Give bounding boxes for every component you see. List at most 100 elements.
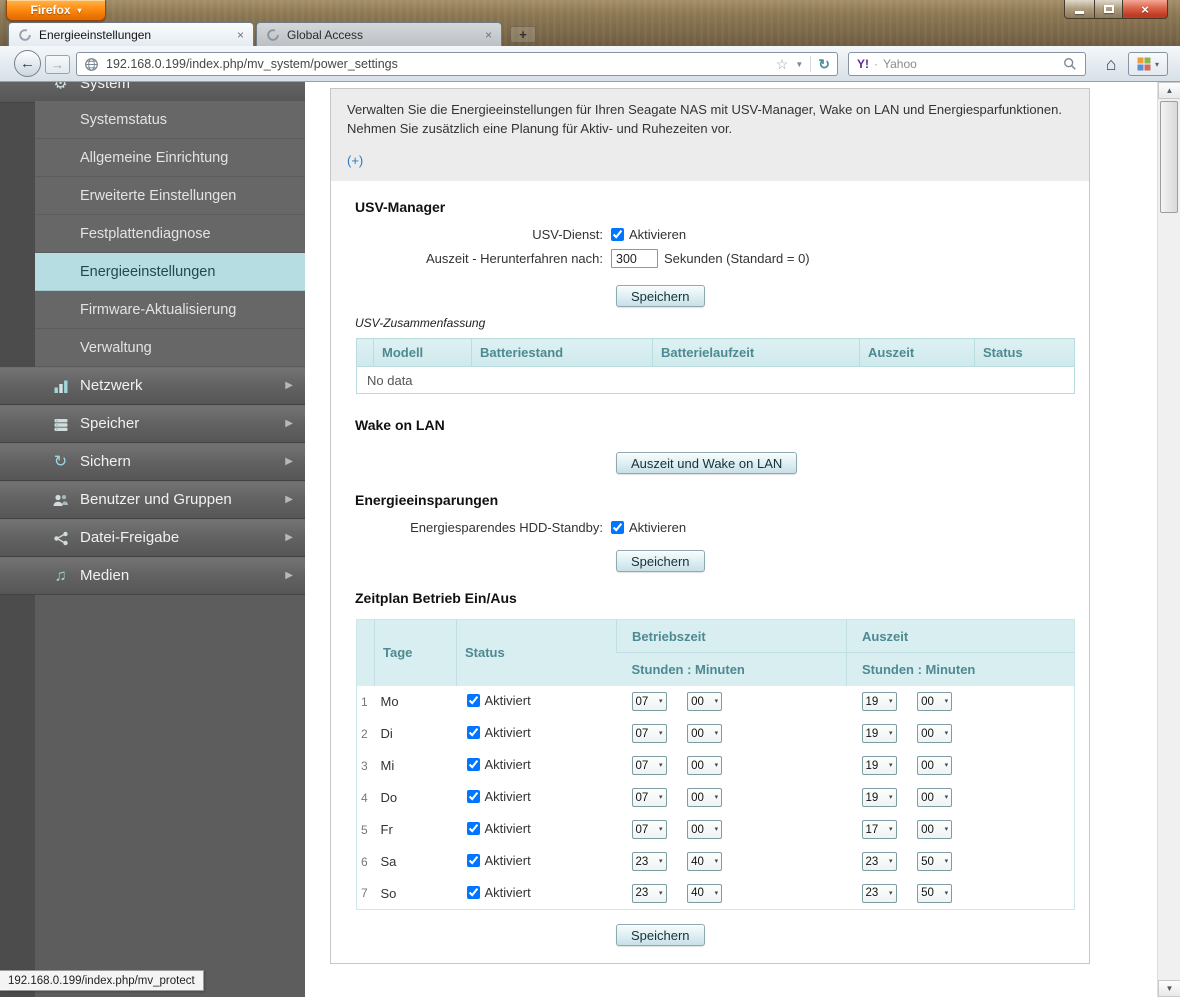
on-minute-select[interactable]: 40 ▾ bbox=[687, 852, 723, 871]
maximize-button[interactable] bbox=[1094, 0, 1122, 19]
sidebar-item-erweiterte-einstellungen[interactable]: Erweiterte Einstellungen bbox=[35, 177, 305, 215]
ups-timeout-input[interactable] bbox=[611, 249, 658, 268]
on-minute-select[interactable]: 00 ▾ bbox=[687, 724, 723, 743]
tab-energieeinstellungen[interactable]: Energieeinstellungen × bbox=[8, 22, 254, 46]
on-minute-select[interactable]: 40 ▾ bbox=[687, 883, 723, 903]
schedule-row-mi: 3 Mi Aktiviert 07 ▾ 00 ▾ 19 ▾ 00 ▾ bbox=[356, 749, 1075, 782]
on-minute-select[interactable]: 00 ▾ bbox=[687, 756, 723, 775]
sidebar-item-benutzer-und-gruppen[interactable]: Benutzer und Gruppen ▶ bbox=[0, 481, 305, 519]
off-hour-select[interactable]: 19 ▾ bbox=[861, 724, 897, 743]
reload-icon[interactable]: ↻ bbox=[818, 56, 830, 73]
search-icon[interactable] bbox=[1063, 57, 1077, 71]
close-window-button[interactable]: × bbox=[1122, 0, 1168, 19]
hdd-standby-checkbox-input[interactable] bbox=[611, 521, 624, 534]
off-minute-select[interactable]: 00 ▾ bbox=[917, 724, 953, 743]
on-hour-select[interactable]: 07 ▾ bbox=[631, 724, 667, 743]
enabled-checkbox[interactable]: Aktiviert bbox=[466, 757, 531, 772]
enabled-checkbox-input[interactable] bbox=[466, 694, 480, 707]
sidebar-item-firmware-aktualisierung[interactable]: Firmware-Aktualisierung bbox=[35, 291, 305, 329]
enabled-checkbox-input[interactable] bbox=[466, 758, 480, 771]
vertical-scrollbar[interactable]: ▲ ▼ bbox=[1157, 82, 1180, 997]
scrollbar-thumb[interactable] bbox=[1160, 101, 1178, 213]
on-minute-select[interactable]: 00 ▾ bbox=[687, 788, 723, 807]
sidebar-item-datei-freigabe[interactable]: Datei-Freigabe ▶ bbox=[0, 519, 305, 557]
off-minute-select[interactable]: 50 ▾ bbox=[917, 883, 953, 903]
address-bar[interactable]: 192.168.0.199/index.php/mv_system/power_… bbox=[76, 52, 838, 76]
enabled-checkbox[interactable]: Aktiviert bbox=[466, 693, 531, 708]
enabled-checkbox[interactable]: Aktiviert bbox=[466, 853, 531, 868]
off-minute-select[interactable]: 00 ▾ bbox=[917, 756, 953, 775]
on-hour-select[interactable]: 07 ▾ bbox=[631, 692, 667, 711]
new-tab-button[interactable]: + bbox=[510, 26, 536, 43]
url-dropdown-icon[interactable]: ▼ bbox=[795, 60, 803, 69]
enabled-checkbox-input[interactable] bbox=[466, 790, 480, 803]
power-saving-save-button[interactable]: Speichern bbox=[616, 550, 705, 572]
schedule-th-spacer bbox=[356, 619, 375, 686]
home-button[interactable]: ⌂ bbox=[1099, 52, 1123, 76]
on-hour-select[interactable]: 23 ▾ bbox=[631, 852, 667, 871]
enabled-checkbox-input[interactable] bbox=[466, 854, 480, 867]
off-hour-select[interactable]: 23 ▾ bbox=[861, 883, 897, 903]
sidebar-item-energieeinstellungen[interactable]: Energieeinstellungen bbox=[35, 253, 305, 291]
ups-service-checkbox[interactable]: Aktivieren bbox=[611, 227, 686, 242]
on-hour-select[interactable]: 07 ▾ bbox=[631, 788, 667, 807]
search-engine-label[interactable]: Yahoo bbox=[883, 57, 1058, 71]
enabled-checkbox[interactable]: Aktiviert bbox=[466, 885, 531, 900]
tab-close-icon[interactable]: × bbox=[485, 29, 492, 41]
wol-button[interactable]: Auszeit und Wake on LAN bbox=[616, 452, 798, 474]
expand-link[interactable]: (+) bbox=[347, 153, 363, 168]
search-field[interactable]: Y! · Yahoo bbox=[848, 52, 1086, 76]
on-hour-select[interactable]: 07 ▾ bbox=[631, 756, 667, 775]
sidebar-item-system[interactable]: ⚙ System bbox=[0, 82, 305, 103]
sidebar-item-sichern[interactable]: ↻ Sichern ▶ bbox=[0, 443, 305, 481]
bookmark-star-icon[interactable]: ☆ bbox=[776, 56, 789, 73]
enabled-checkbox[interactable]: Aktiviert bbox=[466, 789, 531, 804]
firefox-menu-button[interactable]: Firefox ▾ bbox=[6, 0, 106, 21]
on-hour-select[interactable]: 07 ▾ bbox=[631, 820, 667, 839]
on-hour-select[interactable]: 23 ▾ bbox=[631, 883, 667, 903]
hdd-standby-checkbox[interactable]: Aktivieren bbox=[611, 520, 686, 535]
ups-service-checkbox-input[interactable] bbox=[611, 228, 624, 241]
sidebar-item-verwaltung[interactable]: Verwaltung bbox=[35, 329, 305, 367]
off-hour-select[interactable]: 19 ▾ bbox=[861, 788, 897, 807]
off-hour-select[interactable]: 17 ▾ bbox=[861, 820, 897, 839]
enabled-checkbox-input[interactable] bbox=[466, 726, 480, 739]
enabled-checkbox-input[interactable] bbox=[466, 822, 480, 835]
sidebar-item-speicher[interactable]: Speicher ▶ bbox=[0, 405, 305, 443]
caret-down-icon: ▾ bbox=[944, 730, 949, 737]
scroll-down-icon[interactable]: ▼ bbox=[1158, 980, 1180, 997]
day-label: Sa bbox=[374, 845, 457, 878]
sidebar-item-medien[interactable]: ♫ Medien ▶ bbox=[0, 557, 305, 595]
off-hour-select[interactable]: 19 ▾ bbox=[861, 756, 897, 775]
enabled-checkbox[interactable]: Aktiviert bbox=[466, 725, 531, 740]
on-minute-select[interactable]: 00 ▾ bbox=[687, 820, 723, 839]
tab-title: Global Access bbox=[287, 27, 364, 42]
row-number: 6 bbox=[356, 845, 375, 878]
sidebar-item-festplattendiagnose[interactable]: Festplattendiagnose bbox=[35, 215, 305, 253]
ups-save-button[interactable]: Speichern bbox=[616, 285, 705, 307]
off-minute-select[interactable]: 00 ▾ bbox=[917, 788, 953, 807]
sidebar-item-label: Medien bbox=[80, 567, 130, 584]
off-minute-select[interactable]: 00 ▾ bbox=[917, 692, 953, 711]
sidebar-item-netzwerk[interactable]: Netzwerk ▶ bbox=[0, 367, 305, 405]
schedule-save-button[interactable]: Speichern bbox=[616, 924, 705, 946]
scroll-up-icon[interactable]: ▲ bbox=[1158, 82, 1180, 99]
site-favicon-icon bbox=[19, 28, 31, 41]
globe-icon bbox=[85, 57, 98, 71]
minimize-button[interactable] bbox=[1064, 0, 1094, 19]
enabled-checkbox-input[interactable] bbox=[466, 885, 480, 899]
sidebar-item-systemstatus[interactable]: Systemstatus bbox=[35, 101, 305, 139]
off-hour-select[interactable]: 23 ▾ bbox=[861, 852, 897, 871]
back-button[interactable]: ← bbox=[14, 50, 41, 77]
tab-close-icon[interactable]: × bbox=[237, 29, 244, 41]
enabled-checkbox[interactable]: Aktiviert bbox=[466, 821, 531, 836]
url-text[interactable]: 192.168.0.199/index.php/mv_system/power_… bbox=[106, 57, 769, 71]
off-minute-select[interactable]: 50 ▾ bbox=[917, 852, 953, 871]
on-minute-select[interactable]: 00 ▾ bbox=[687, 692, 723, 711]
off-minute-select[interactable]: 00 ▾ bbox=[917, 820, 953, 839]
tab-global-access[interactable]: Global Access × bbox=[256, 22, 502, 46]
forward-button[interactable]: → bbox=[45, 55, 70, 74]
bookmarks-button[interactable]: ▾ bbox=[1128, 52, 1168, 76]
sidebar-item-allgemeine-einrichtung[interactable]: Allgemeine Einrichtung bbox=[35, 139, 305, 177]
off-hour-select[interactable]: 19 ▾ bbox=[861, 692, 897, 711]
